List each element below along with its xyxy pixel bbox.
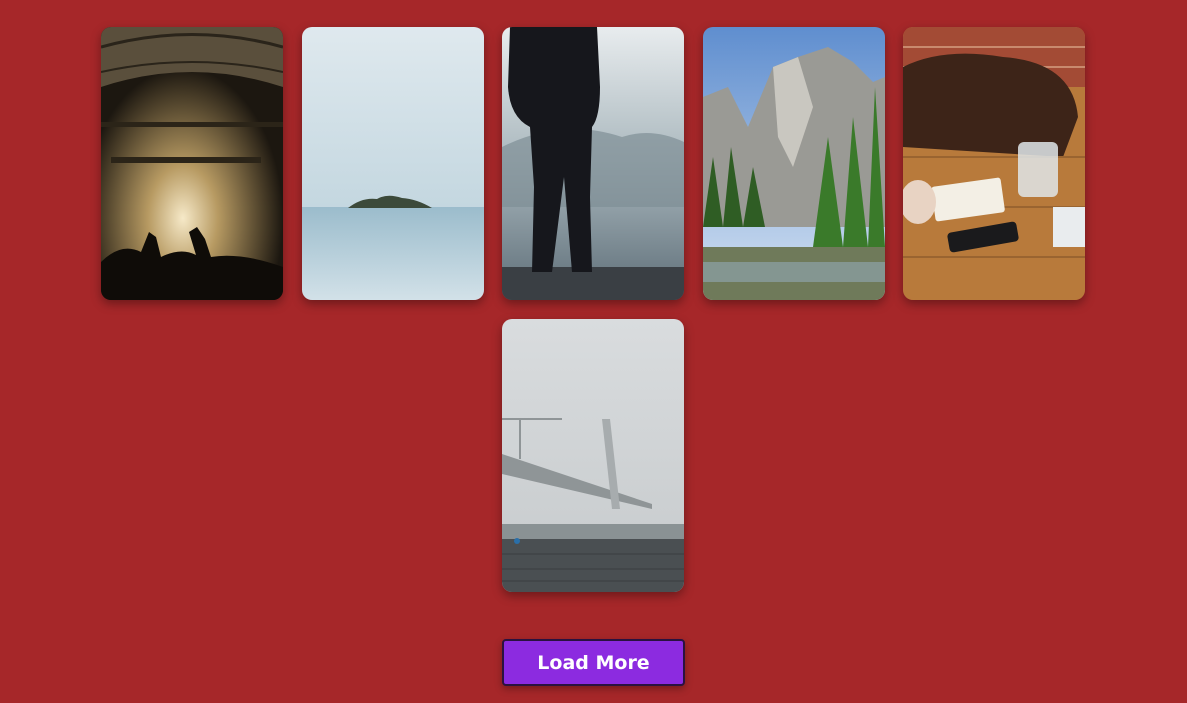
gallery-image-bridge[interactable] (502, 319, 684, 592)
desk-notebook-phone-photo (903, 27, 1085, 300)
island-seascape-photo (302, 27, 484, 300)
concert-crowd-photo (101, 27, 283, 300)
mountain-forest-valley-photo (703, 27, 885, 300)
gallery-image-mountains[interactable] (703, 27, 885, 300)
gallery-image-concert[interactable] (101, 27, 283, 300)
load-more-button[interactable]: Load More (502, 639, 685, 686)
gallery-image-island[interactable] (302, 27, 484, 300)
gallery-image-desk[interactable] (903, 27, 1085, 300)
person-on-foggy-pier-photo (502, 27, 684, 300)
image-gallery (0, 0, 1187, 600)
gallery-image-person-pier[interactable] (502, 27, 684, 300)
foggy-bridge-photo (502, 319, 684, 592)
